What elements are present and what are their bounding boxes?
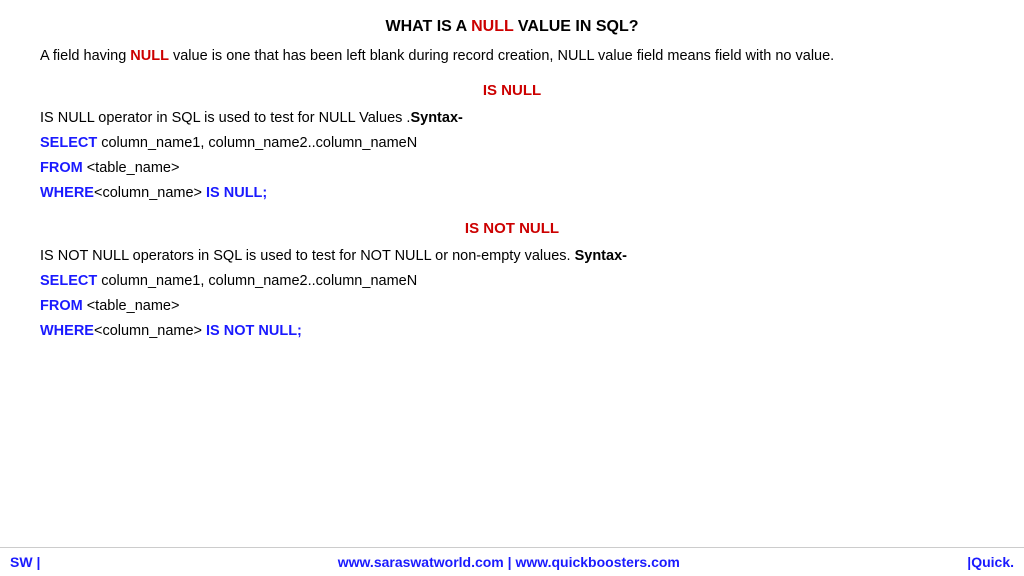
intro-prefix: A field having (40, 48, 130, 64)
is-null-line3: WHERE<column_name> IS NULL; (40, 182, 984, 205)
title-null: NULL (471, 18, 513, 35)
intro-suffix: value is one that has been left blank du… (169, 48, 834, 64)
is-not-null-table: <table_name> (83, 298, 180, 314)
main-title: WHAT IS A NULL VALUE IN SQL? (40, 18, 984, 36)
is-null-columns: column_name1, column_name2..column_nameN (97, 135, 417, 151)
is-not-null-operator: IS NOT NULL; (202, 323, 302, 339)
is-null-line1: SELECT column_name1, column_name2..colum… (40, 132, 984, 155)
is-null-section: IS NULL IS NULL operator in SQL is used … (40, 82, 984, 206)
is-not-null-select: SELECT (40, 273, 97, 289)
is-null-desc-bold: Syntax- (410, 110, 462, 126)
footer-right: |Quick. (967, 554, 1014, 570)
is-not-null-colname: <column_name> (94, 323, 202, 339)
is-not-null-columns: column_name1, column_name2..column_nameN (97, 273, 417, 289)
is-not-null-title: IS NOT NULL (40, 220, 984, 237)
is-not-null-desc: IS NOT NULL operators in SQL is used to … (40, 245, 984, 268)
footer-left: SW | (10, 554, 40, 570)
is-null-title: IS NULL (40, 82, 984, 99)
is-not-null-desc-bold: Syntax- (575, 248, 627, 264)
intro-paragraph: A field having NULL value is one that ha… (40, 46, 984, 68)
is-null-operator: IS NULL; (202, 185, 267, 201)
is-not-null-line1: SELECT column_name1, column_name2..colum… (40, 270, 984, 293)
is-not-null-section: IS NOT NULL IS NOT NULL operators in SQL… (40, 220, 984, 344)
is-null-from: FROM (40, 160, 83, 176)
is-null-desc: IS NULL operator in SQL is used to test … (40, 107, 984, 130)
title-suffix: VALUE IN SQL? (513, 18, 638, 35)
is-not-null-from: FROM (40, 298, 83, 314)
footer-center: www.saraswatworld.com | www.quickbooster… (50, 554, 967, 570)
is-null-where: WHERE (40, 185, 94, 201)
is-null-line2: FROM <table_name> (40, 157, 984, 180)
is-not-null-line3: WHERE<column_name> IS NOT NULL; (40, 320, 984, 343)
is-null-desc-prefix: IS NULL operator in SQL is used to test … (40, 110, 410, 126)
is-null-colname: <column_name> (94, 185, 202, 201)
footer: SW | www.saraswatworld.com | www.quickbo… (0, 547, 1024, 576)
title-prefix: WHAT IS A (385, 18, 471, 35)
is-not-null-line2: FROM <table_name> (40, 295, 984, 318)
is-null-select: SELECT (40, 135, 97, 151)
main-content: WHAT IS A NULL VALUE IN SQL? A field hav… (0, 0, 1024, 367)
is-null-table: <table_name> (83, 160, 180, 176)
intro-null: NULL (130, 48, 169, 64)
is-not-null-desc-prefix: IS NOT NULL operators in SQL is used to … (40, 248, 575, 264)
is-not-null-where: WHERE (40, 323, 94, 339)
